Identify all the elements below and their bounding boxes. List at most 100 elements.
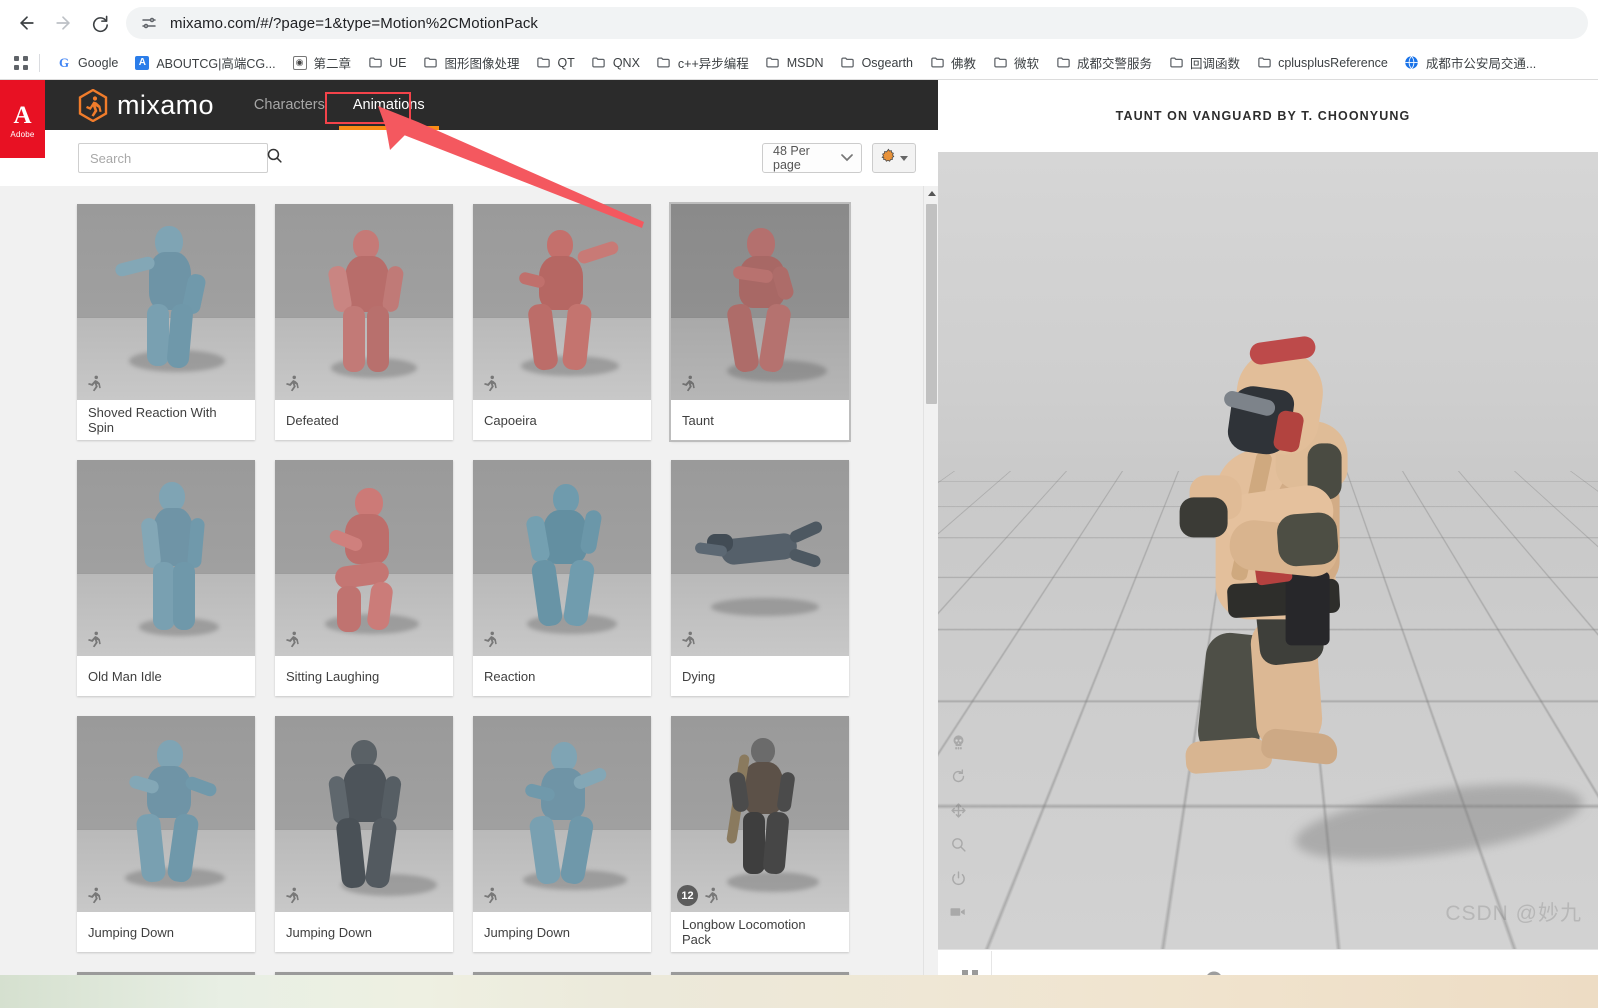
animation-card[interactable]: Dying bbox=[671, 460, 849, 696]
bookmark-item[interactable]: UE bbox=[360, 52, 413, 74]
bookmark-item[interactable]: cplusplusReference bbox=[1249, 52, 1395, 74]
running-person-icon bbox=[283, 886, 301, 904]
running-person-icon bbox=[283, 374, 301, 392]
tab-characters[interactable]: Characters bbox=[240, 80, 339, 130]
bookmark-item[interactable]: Osgearth bbox=[833, 52, 920, 74]
bookmark-item[interactable]: A ABOUTCG|高端CG... bbox=[127, 50, 282, 75]
bookmark-item[interactable]: 微软 bbox=[985, 50, 1046, 75]
animation-card-label: Dying bbox=[671, 656, 849, 696]
bookmark-item[interactable]: MSDN bbox=[758, 52, 831, 74]
forward-icon[interactable] bbox=[46, 6, 80, 40]
camera-icon[interactable] bbox=[948, 902, 968, 922]
running-person-icon bbox=[679, 374, 697, 392]
bookmark-item[interactable]: c++异步编程 bbox=[649, 50, 756, 75]
folder-icon bbox=[992, 55, 1008, 71]
animation-card-label: Reaction bbox=[473, 656, 651, 696]
gear-icon bbox=[880, 148, 896, 168]
animation-card[interactable]: Reaction bbox=[473, 460, 651, 696]
bookmark-item[interactable]: 成都市公安局交通... bbox=[1397, 50, 1543, 75]
bookmark-label: MSDN bbox=[786, 55, 824, 70]
bookmark-label: ABOUTCG|高端CG... bbox=[156, 57, 276, 71]
scroll-up-arrow-icon[interactable] bbox=[924, 186, 938, 201]
zoom-icon[interactable] bbox=[948, 834, 968, 854]
animation-card-label: Old Man Idle bbox=[77, 656, 255, 696]
mixamo-brand[interactable]: mixamo bbox=[78, 80, 214, 130]
search-input[interactable] bbox=[90, 150, 266, 166]
animation-card-label: Sitting Laughing bbox=[275, 656, 453, 696]
animation-card-label: Defeated bbox=[275, 400, 453, 440]
bookmark-item[interactable]: 成都交警服务 bbox=[1048, 50, 1159, 75]
mixamo-hex-icon bbox=[78, 88, 108, 122]
reload-icon[interactable] bbox=[82, 6, 116, 40]
animation-card[interactable]: Old Man Idle bbox=[77, 460, 255, 696]
animation-thumbnail bbox=[473, 460, 651, 656]
rotate-icon[interactable] bbox=[948, 868, 968, 888]
animation-card-label: Jumping Down bbox=[473, 912, 651, 952]
bookmark-label: 成都市公安局交通... bbox=[1425, 57, 1537, 71]
animation-thumbnail bbox=[77, 204, 255, 400]
main-nav: Characters Animations bbox=[240, 80, 439, 130]
folder-icon bbox=[1256, 55, 1272, 71]
bookmark-label: Google bbox=[78, 55, 119, 70]
bookmark-item[interactable]: 图形图像处理 bbox=[415, 50, 526, 75]
bookmark-item[interactable]: QNX bbox=[584, 52, 647, 74]
bookmark-item[interactable]: ◉ 第二章 bbox=[285, 50, 359, 75]
animation-card[interactable]: Jumping Down bbox=[473, 716, 651, 952]
folder-icon bbox=[929, 55, 945, 71]
back-icon[interactable] bbox=[10, 6, 44, 40]
animation-grid: Shoved Reaction With Spin Defeated Capoe… bbox=[0, 204, 938, 1008]
adobe-logo-letter: A bbox=[13, 101, 32, 129]
animation-card[interactable]: Sitting Laughing bbox=[275, 460, 453, 696]
animation-card-selected[interactable]: Taunt bbox=[671, 204, 849, 440]
search-box[interactable] bbox=[78, 143, 282, 173]
folder-icon bbox=[656, 55, 672, 71]
bookmark-label: Osgearth bbox=[861, 55, 913, 70]
running-person-icon bbox=[702, 886, 720, 904]
bookmark-label: 成都交警服务 bbox=[1077, 57, 1153, 71]
animation-thumbnail: 12 bbox=[671, 716, 849, 912]
bookmark-label: 佛教 bbox=[951, 57, 977, 71]
bookmark-item[interactable]: QT bbox=[528, 52, 581, 74]
animation-card[interactable]: Capoeira bbox=[473, 204, 651, 440]
animation-card[interactable]: Shoved Reaction With Spin bbox=[77, 204, 255, 440]
reset-icon[interactable] bbox=[948, 766, 968, 786]
settings-button[interactable] bbox=[872, 143, 916, 173]
address-bar[interactable]: mixamo.com/#/?page=1&type=Motion%2CMotio… bbox=[126, 7, 1588, 39]
running-person-icon bbox=[481, 886, 499, 904]
folder-icon bbox=[840, 55, 856, 71]
bookmark-label: UE bbox=[389, 55, 407, 70]
mixamo-wordmark: mixamo bbox=[117, 89, 214, 120]
bookmark-item[interactable]: 回调函数 bbox=[1161, 50, 1247, 75]
running-person-icon bbox=[679, 630, 697, 648]
move-icon[interactable] bbox=[948, 800, 968, 820]
adobe-logo-word: Adobe bbox=[10, 129, 35, 139]
skeleton-icon[interactable] bbox=[948, 732, 968, 752]
animation-card-label: Capoeira bbox=[473, 400, 651, 440]
grid-vertical-scrollbar[interactable] bbox=[923, 186, 938, 1008]
animation-card[interactable]: Jumping Down bbox=[275, 716, 453, 952]
apps-grid-icon[interactable] bbox=[8, 51, 34, 75]
animation-thumbnail bbox=[671, 204, 849, 400]
bookmark-item[interactable]: 佛教 bbox=[922, 50, 983, 75]
animation-card[interactable]: Jumping Down bbox=[77, 716, 255, 952]
site-settings-icon[interactable] bbox=[140, 14, 158, 32]
folder-icon bbox=[367, 55, 383, 71]
toolbar-right: 48 Per page bbox=[762, 143, 916, 173]
folder-icon bbox=[1055, 55, 1071, 71]
bookmark-item[interactable]: G Google bbox=[49, 52, 125, 74]
animation-card-label: Longbow Locomotion Pack bbox=[671, 912, 849, 952]
bookmarks-bar: G Google A ABOUTCG|高端CG... ◉ 第二章 UE 图形图像处理 … bbox=[0, 46, 1598, 79]
search-icon[interactable] bbox=[266, 147, 283, 169]
scrollbar-thumb[interactable] bbox=[926, 204, 937, 404]
tab-animations[interactable]: Animations bbox=[338, 80, 439, 130]
animation-card-label: Jumping Down bbox=[275, 912, 453, 952]
animation-card[interactable]: Defeated bbox=[275, 204, 453, 440]
address-bar-url: mixamo.com/#/?page=1&type=Motion%2CMotio… bbox=[170, 14, 539, 32]
3d-viewport[interactable]: CSDN @妙九 bbox=[938, 152, 1598, 949]
browse-toolbar: 48 Per page bbox=[0, 130, 938, 186]
animations-browser: A Adobe mixamo Characters Animations Sea… bbox=[0, 80, 938, 1008]
animation-grid-area[interactable]: Shoved Reaction With Spin Defeated Capoe… bbox=[0, 186, 938, 1008]
animation-pack-card[interactable]: 12 Longbow Locomotion Pack bbox=[671, 716, 857, 960]
per-page-select[interactable]: 48 Per page bbox=[762, 143, 862, 173]
bookmark-label: 第二章 bbox=[313, 57, 352, 71]
